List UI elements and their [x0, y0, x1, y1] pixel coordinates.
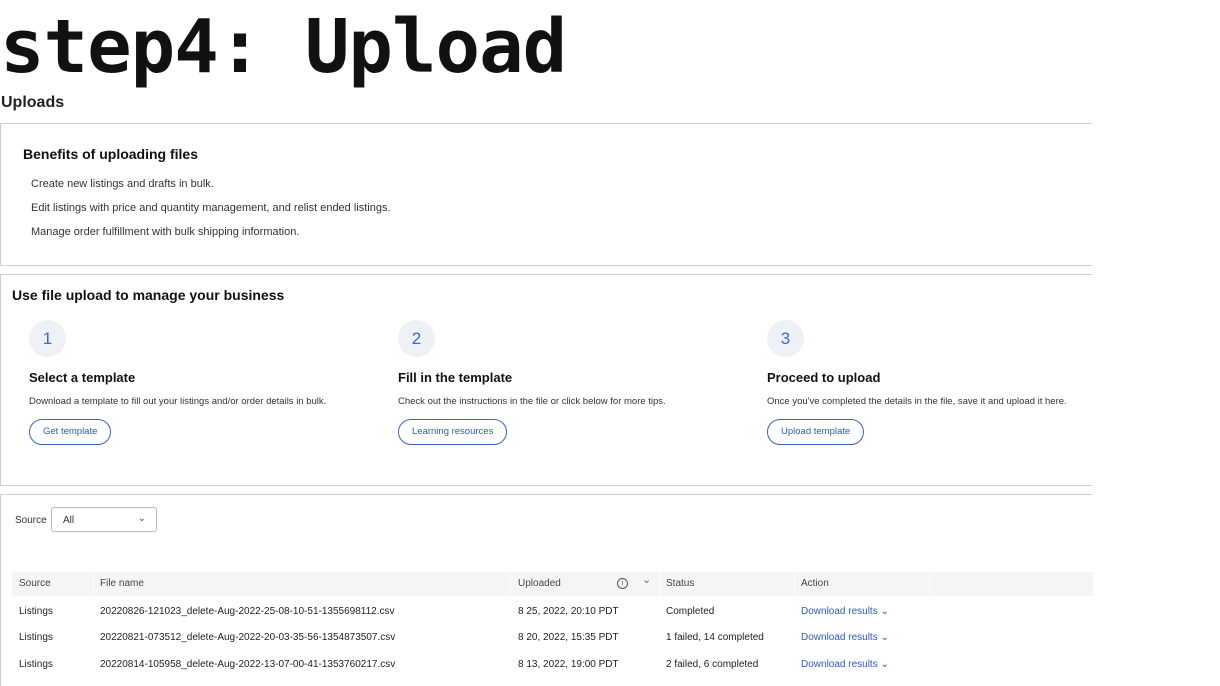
download-results-label: Download results	[801, 632, 878, 643]
chevron-down-icon: ⌄	[880, 606, 889, 617]
step-description: Once you've completed the details in the…	[767, 396, 1067, 407]
column-header-action: Action	[801, 578, 829, 589]
table-row: Listings 20220814-105958_delete-Aug-2022…	[12, 652, 1093, 678]
source-filter-select[interactable]: All ⌄	[51, 507, 157, 532]
uploads-table-card: Source All ⌄ Source File name Uploaded i…	[0, 494, 1093, 686]
benefit-item: Manage order fulfillment with bulk shipp…	[31, 226, 300, 238]
learning-resources-button[interactable]: Learning resources	[398, 419, 508, 445]
step-description: Download a template to fill out your lis…	[29, 396, 327, 407]
step-3: 3 Proceed to upload Once you've complete…	[767, 320, 1117, 445]
how-to-title: Use file upload to manage your business	[12, 287, 285, 303]
step-number: 3	[767, 320, 804, 357]
download-results-link[interactable]: Download results ⌄	[801, 599, 889, 625]
step-2: 2 Fill in the template Check out the ins…	[398, 320, 748, 445]
cell-file-name: 20220826-121023_delete-Aug-2022-25-08-10…	[100, 606, 395, 617]
step-number: 2	[398, 320, 435, 357]
chevron-down-icon: ⌄	[880, 632, 889, 643]
cell-uploaded: 8 13, 2022, 19:00 PDT	[518, 659, 619, 670]
cell-source: Listings	[19, 659, 53, 670]
column-divider	[659, 572, 660, 596]
table-header: Source File name Uploaded i ⌄ Status Act…	[12, 572, 1093, 596]
download-results-label: Download results	[801, 606, 878, 617]
column-header-source: Source	[19, 578, 51, 589]
step-title: Fill in the template	[398, 370, 513, 385]
benefits-card: Benefits of uploading files Create new l…	[0, 123, 1092, 266]
column-header-file-name: File name	[100, 578, 144, 589]
chevron-down-icon: ⌄	[880, 659, 889, 670]
info-icon[interactable]: i	[617, 578, 628, 589]
cell-status: Completed	[666, 606, 715, 617]
download-results-link[interactable]: Download results ⌄	[801, 652, 889, 678]
slide-title: step4: Upload	[0, 4, 567, 90]
download-results-link[interactable]: Download results ⌄	[801, 625, 889, 651]
column-divider	[510, 572, 511, 596]
chevron-down-icon: ⌄	[137, 513, 146, 524]
how-to-card: Use file upload to manage your business …	[0, 274, 1092, 486]
column-header-uploaded: Uploaded	[518, 578, 561, 589]
table-row: Listings 20220821-073512_delete-Aug-2022…	[12, 625, 1093, 651]
step-1: 1 Select a template Download a template …	[29, 320, 379, 445]
cell-file-name: 20220821-073512_delete-Aug-2022-20-03-35…	[100, 632, 396, 643]
cell-file-name: 20220814-105958_delete-Aug-2022-13-07-00…	[100, 659, 396, 670]
step-title: Select a template	[29, 370, 136, 385]
cell-uploaded: 8 25, 2022, 20:10 PDT	[518, 606, 619, 617]
step-description: Check out the instructions in the file o…	[398, 396, 666, 407]
column-divider	[93, 572, 94, 596]
cell-status: 2 failed, 6 completed	[666, 659, 759, 670]
cell-status: 1 failed, 14 completed	[666, 632, 764, 643]
download-results-label: Download results	[801, 659, 878, 670]
column-divider	[929, 572, 930, 596]
source-filter-label: Source	[15, 515, 47, 526]
table-row: Listings 20220826-121023_delete-Aug-2022…	[12, 599, 1093, 625]
source-filter-value: All	[63, 515, 75, 526]
step-title: Proceed to upload	[767, 370, 881, 385]
upload-template-button[interactable]: Upload template	[767, 419, 865, 445]
step-number: 1	[29, 320, 66, 357]
benefit-item: Create new listings and drafts in bulk.	[31, 178, 214, 190]
cell-uploaded: 8 20, 2022, 15:35 PDT	[518, 632, 619, 643]
cell-source: Listings	[19, 632, 53, 643]
column-header-status: Status	[666, 578, 695, 589]
page-title: Uploads	[1, 94, 65, 111]
cell-source: Listings	[19, 606, 53, 617]
column-divider	[794, 572, 795, 596]
benefit-item: Edit listings with price and quantity ma…	[31, 202, 391, 214]
sort-chevron-icon[interactable]: ⌄	[642, 573, 651, 586]
get-template-button[interactable]: Get template	[29, 419, 112, 445]
benefits-title: Benefits of uploading files	[23, 146, 199, 162]
